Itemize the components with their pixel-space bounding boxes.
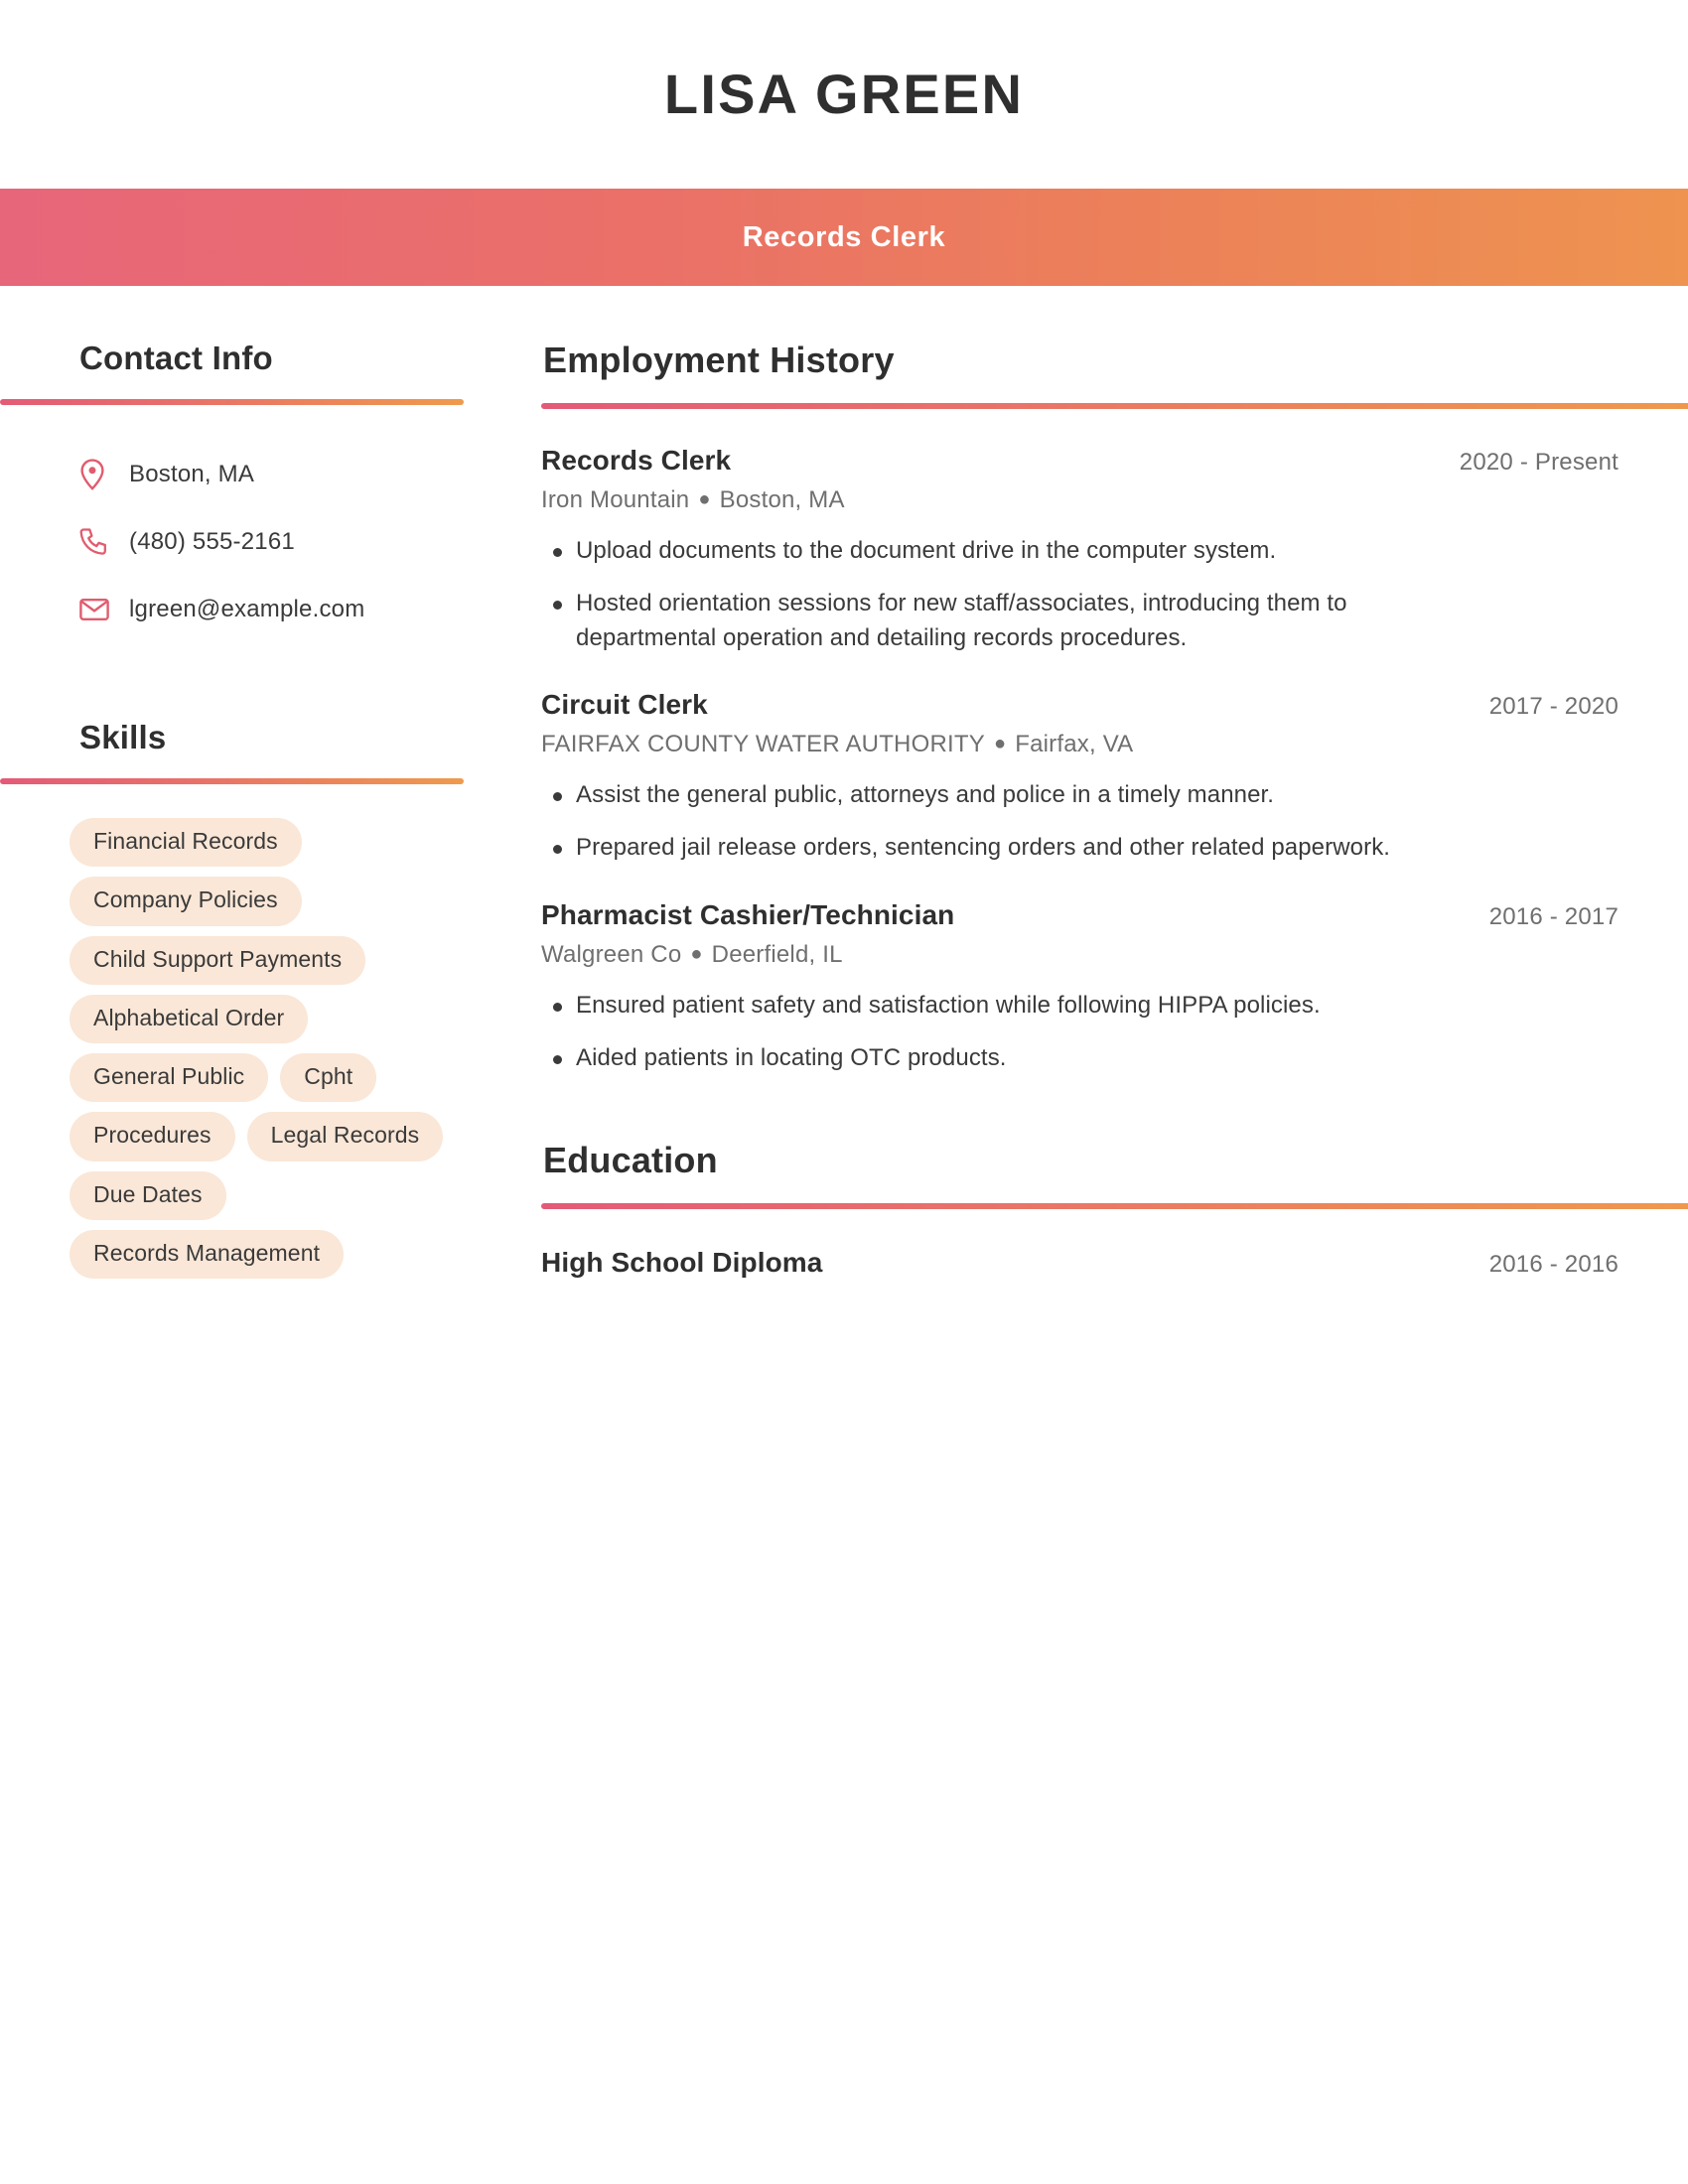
contact-info-section: Contact Info Boston, MA (480) 555-2161 l… [0,340,496,643]
job-company: FAIRFAX COUNTY WATER AUTHORITY [541,731,985,758]
jobs-list: Records Clerk 2020 - Present Iron Mounta… [541,445,1688,1076]
contact-phone-value: (480) 555-2161 [129,528,295,555]
job-bullets: Upload documents to the document drive i… [541,534,1688,655]
skill-chip: General Public [70,1053,269,1103]
education-degree: High School Diploma [541,1246,823,1278]
employment-history-section: Employment History Records Clerk 2020 - … [541,340,1688,1076]
contact-list: Boston, MA (480) 555-2161 lgreen@example… [0,441,496,643]
skill-chip: Procedures [70,1112,235,1161]
education-heading: Education [543,1139,718,1180]
job-company: Walgreen Co [541,940,682,968]
job-bullet: Prepared jail release orders, sentencing… [541,831,1465,866]
job-entry: Records Clerk 2020 - Present Iron Mounta… [541,445,1688,655]
resume-header: LISA GREEN [0,0,1688,189]
job-entry: Circuit Clerk 2017 - 2020 FAIRFAX COUNTY… [541,689,1688,866]
education-section: Education High School Diploma 2016 - 201… [541,1140,1688,1279]
skill-chip: Child Support Payments [70,935,366,985]
job-bullet: Assist the general public, attorneys and… [541,778,1465,813]
job-bullet: Aided patients in locating OTC products. [541,1041,1465,1076]
job-dates: 2020 - Present [1459,449,1618,476]
main-column: Employment History Records Clerk 2020 - … [496,340,1688,1279]
skill-chip: Company Policies [70,877,302,926]
contact-info-heading: Contact Info [79,340,273,376]
phone-icon [79,527,117,557]
meta-separator-icon: ● [698,488,711,510]
job-bullet: Upload documents to the document drive i… [541,534,1465,569]
job-bullet: Ensured patient safety and satisfaction … [541,989,1465,1024]
job-entry: Pharmacist Cashier/Technician 2016 - 201… [541,899,1688,1076]
candidate-name: LISA GREEN [663,63,1025,125]
location-pin-icon [79,459,117,490]
contact-item-phone: (480) 555-2161 [79,508,496,576]
job-meta: Iron Mountain ● Boston, MA [541,486,1688,514]
job-meta: Walgreen Co ● Deerfield, IL [541,941,1688,969]
education-entry: High School Diploma 2016 - 2016 [541,1247,1618,1279]
education-list: High School Diploma 2016 - 2016 [541,1247,1688,1279]
contact-item-location: Boston, MA [79,441,496,508]
employment-history-heading: Employment History [543,340,895,380]
job-bullets: Ensured patient safety and satisfaction … [541,989,1688,1076]
job-meta: FAIRFAX COUNTY WATER AUTHORITY ● Fairfax, … [541,731,1688,758]
job-location: Deerfield, IL [711,940,843,968]
job-header: Records Clerk 2020 - Present [541,445,1618,477]
skill-chip: Records Management [70,1230,345,1280]
skill-chip: Cpht [280,1053,377,1103]
job-title: Records Clerk [541,445,732,476]
contact-email-value: lgreen@example.com [129,596,365,622]
sidebar: Contact Info Boston, MA (480) 555-2161 l… [0,340,496,1280]
resume-body: Contact Info Boston, MA (480) 555-2161 l… [0,286,1688,1280]
meta-separator-icon: ● [993,733,1007,755]
job-location: Boston, MA [719,486,845,513]
job-title: Pharmacist Cashier/Technician [541,898,955,930]
skills-section: Skills Financial Records Company Policie… [0,719,496,1280]
skill-chip: Alphabetical Order [70,994,309,1044]
education-dates: 2016 - 2016 [1488,1250,1618,1278]
job-title: Circuit Clerk [541,689,708,721]
envelope-icon [79,598,117,621]
job-dates: 2016 - 2017 [1488,902,1618,930]
skills-divider [0,778,464,784]
candidate-role: Records Clerk [742,220,946,253]
meta-separator-icon: ● [690,942,703,965]
skill-chip: Financial Records [70,818,302,868]
job-dates: 2017 - 2020 [1488,693,1618,721]
skills-heading: Skills [79,719,167,755]
job-location: Fairfax, VA [1015,731,1134,758]
skill-chip: Due Dates [70,1170,226,1221]
job-company: Iron Mountain [541,486,690,513]
job-bullet: Hosted orientation sessions for new staf… [541,587,1465,656]
job-bullets: Assist the general public, attorneys and… [541,778,1688,866]
skill-chip: Legal Records [246,1112,444,1161]
job-header: Circuit Clerk 2017 - 2020 [541,689,1618,721]
education-divider [541,1202,1688,1209]
job-header: Pharmacist Cashier/Technician 2016 - 201… [541,899,1618,931]
role-banner: Records Clerk [0,189,1688,286]
contact-item-email: lgreen@example.com [79,576,496,643]
contact-location-value: Boston, MA [129,461,255,487]
skills-list: Financial Records Company Policies Child… [0,818,496,1280]
employment-history-divider [541,403,1688,409]
contact-info-divider [0,399,464,405]
